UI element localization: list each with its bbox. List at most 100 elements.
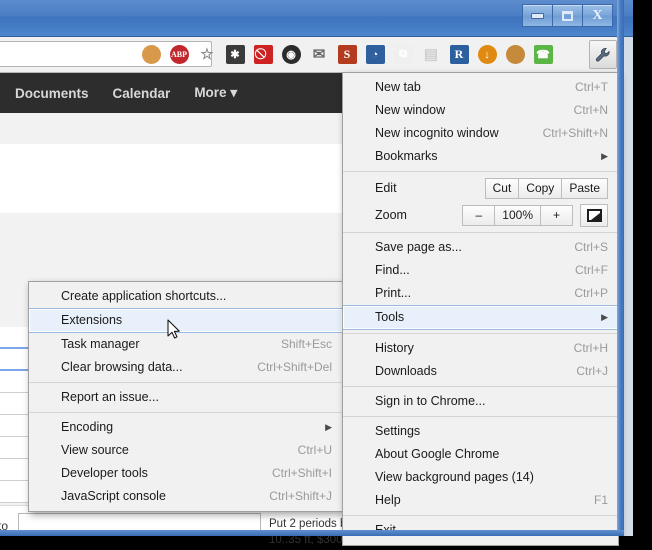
menu-edit[interactable]: Edit Cut Copy Paste <box>343 175 618 202</box>
minimize-icon <box>531 12 544 19</box>
menu-save-page-as-label: Save page as... <box>375 240 462 254</box>
menu-save-page-as[interactable]: Save page as... Ctrl+S <box>343 236 618 259</box>
whatsapp-green-icon-glyph: ☎ <box>533 45 553 64</box>
menu-downloads[interactable]: Downloads Ctrl+J <box>343 360 618 383</box>
menu-tools-label: Tools <box>375 310 405 324</box>
menu-separator <box>343 333 618 334</box>
cookie-icon[interactable] <box>138 42 164 68</box>
menu-sign-in-to-chrome[interactable]: Sign in to Chrome... <box>343 390 618 413</box>
submenu-report-an-issue[interactable]: Report an issue... <box>29 386 342 409</box>
asterisk-icon[interactable]: ✱ <box>222 42 248 68</box>
submenu-extensions[interactable]: Extensions <box>29 308 342 333</box>
submenu-javascript-console-label: JavaScript console <box>61 489 166 503</box>
submenu-developer-tools[interactable]: Developer tools Ctrl+Shift+I <box>29 462 342 485</box>
clock-icon-glyph: ◔ <box>365 45 385 64</box>
menu-new-window-label: New window <box>375 103 446 117</box>
menu-zoom[interactable]: Zoom –100% + <box>343 202 618 229</box>
wrench-icon <box>595 47 610 62</box>
submenu-encoding-label: Encoding <box>61 420 114 434</box>
submenu-create-application-shortcuts[interactable]: Create application shortcuts... <box>29 285 342 308</box>
screenshot-icon-glyph: ⧉ <box>393 45 413 64</box>
menu-edit-label: Edit <box>375 181 397 195</box>
page-disabled-icon-glyph: ▤ <box>423 47 439 63</box>
submenu-view-source[interactable]: View source Ctrl+U <box>29 439 342 462</box>
submenu-javascript-console-accelerator: Ctrl+Shift+J <box>269 489 332 503</box>
menu-tools[interactable]: Tools ▶ <box>343 305 618 330</box>
readability-icon[interactable]: R <box>446 42 472 68</box>
wrench-menu-button[interactable] <box>589 40 617 69</box>
menu-new-tab[interactable]: New tab Ctrl+T <box>343 76 618 99</box>
submenu-encoding[interactable]: Encoding ▶ <box>29 416 342 439</box>
menu-history-accelerator: Ctrl+H <box>573 341 608 355</box>
close-icon: X <box>592 7 603 23</box>
fullscreen-button[interactable] <box>580 204 608 227</box>
page-disabled-icon[interactable]: ▤ <box>418 42 444 68</box>
zoom-in-button[interactable]: + <box>540 205 573 226</box>
edit-copy-button[interactable]: Copy <box>518 178 563 199</box>
submenu-developer-tools-label: Developer tools <box>61 466 148 480</box>
tools-submenu: Create application shortcuts... Extension… <box>28 281 343 512</box>
menu-new-tab-label: New tab <box>375 80 421 94</box>
fullscreen-icon <box>586 209 602 222</box>
basket-icon[interactable] <box>502 42 528 68</box>
edit-paste-button[interactable]: Paste <box>561 178 608 199</box>
gbar-link-2[interactable]: Calendar <box>113 86 171 101</box>
submenu-extensions-label: Extensions <box>61 313 123 327</box>
submenu-create-application-shortcuts-label: Create application shortcuts... <box>61 289 227 303</box>
menu-help-accelerator: F1 <box>593 493 608 507</box>
menu-about-google-chrome[interactable]: About Google Chrome <box>343 443 618 466</box>
menu-new-incognito-window-accelerator: Ctrl+Shift+N <box>542 126 608 140</box>
menu-history[interactable]: History Ctrl+H <box>343 337 618 360</box>
stumbleupon-icon[interactable]: S <box>334 42 360 68</box>
menu-new-incognito-window[interactable]: New incognito window Ctrl+Shift+N <box>343 122 618 145</box>
menu-find[interactable]: Find... Ctrl+F <box>343 259 618 282</box>
bookmark-star-icon[interactable]: ☆ <box>194 42 220 68</box>
menu-new-window[interactable]: New window Ctrl+N <box>343 99 618 122</box>
adblock-plus-icon[interactable]: ABP <box>166 42 192 68</box>
menu-separator <box>343 232 618 233</box>
menu-settings[interactable]: Settings <box>343 420 618 443</box>
submenu-report-an-issue-label: Report an issue... <box>61 390 159 404</box>
noscript-block-icon[interactable]: ⃠ <box>250 42 276 68</box>
submenu-task-manager[interactable]: Task manager Shift+Esc <box>29 333 342 356</box>
window-titlebar: X <box>0 0 633 37</box>
color-wheel-icon[interactable]: ◉ <box>278 42 304 68</box>
zoom-out-button[interactable]: – <box>462 205 496 226</box>
menu-downloads-accelerator: Ctrl+J <box>576 364 608 378</box>
submenu-view-source-accelerator: Ctrl+U <box>297 443 332 457</box>
menu-new-window-accelerator: Ctrl+N <box>573 103 608 117</box>
submenu-clear-browsing-data[interactable]: Clear browsing data... Ctrl+Shift+Del <box>29 356 342 379</box>
submenu-task-manager-accelerator: Shift+Esc <box>280 337 332 351</box>
zoom-level-value: 100% <box>494 205 541 226</box>
screen-root: X ABP☆✱⃠◉✉S◔⧉▤R↓☎ ailDocumentsCalendarMo… <box>0 0 652 550</box>
download-arrow-icon-glyph: ↓ <box>477 45 497 64</box>
screenshot-icon[interactable]: ⧉ <box>390 42 416 68</box>
whatsapp-green-icon[interactable]: ☎ <box>530 42 556 68</box>
menu-bookmarks[interactable]: Bookmarks ▶ <box>343 145 618 168</box>
chevron-right-icon: ▶ <box>601 312 608 322</box>
cookie-icon-glyph <box>141 45 161 64</box>
submenu-javascript-console[interactable]: JavaScript console Ctrl+Shift+J <box>29 485 342 508</box>
gbar-link-1[interactable]: Documents <box>15 86 89 101</box>
download-arrow-icon[interactable]: ↓ <box>474 42 500 68</box>
menu-settings-label: Settings <box>375 424 421 438</box>
edit-cut-button[interactable]: Cut <box>484 178 520 199</box>
menu-zoom-controls: –100% + <box>462 204 608 227</box>
adblock-plus-icon-glyph: ABP <box>169 45 189 64</box>
window-maximize-button[interactable] <box>552 4 583 27</box>
menu-bookmarks-label: Bookmarks <box>375 149 438 163</box>
menu-separator <box>29 412 342 413</box>
mail-envelope-icon-glyph: ✉ <box>312 47 326 63</box>
menu-print[interactable]: Print... Ctrl+P <box>343 282 618 305</box>
clock-icon[interactable]: ◔ <box>362 42 388 68</box>
menu-separator <box>343 171 618 172</box>
menu-separator <box>29 382 342 383</box>
window-minimize-button[interactable] <box>522 4 553 27</box>
menu-help[interactable]: Help F1 <box>343 489 618 512</box>
gbar-link-3[interactable]: More ▾ <box>194 85 237 101</box>
basket-icon-glyph <box>505 45 525 64</box>
menu-view-background-pages[interactable]: View background pages (14) <box>343 466 618 489</box>
mail-envelope-icon[interactable]: ✉ <box>306 42 332 68</box>
menu-about-google-chrome-label: About Google Chrome <box>375 447 500 461</box>
window-close-button[interactable]: X <box>582 4 613 27</box>
